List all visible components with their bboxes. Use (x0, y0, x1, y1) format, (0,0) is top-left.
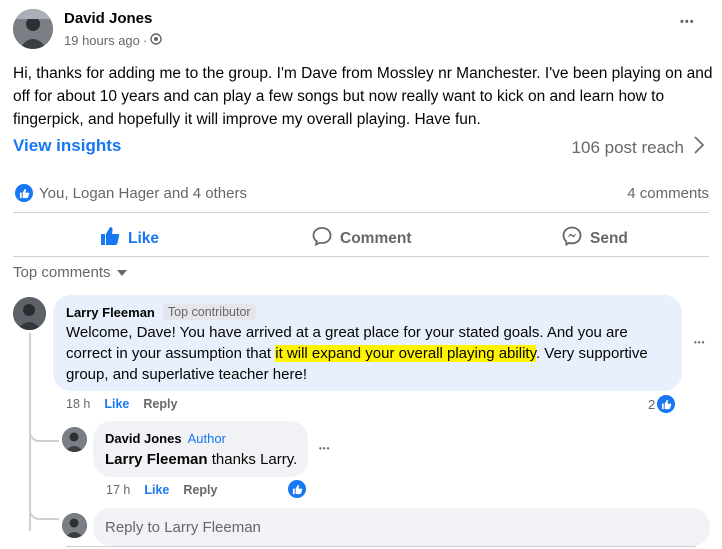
top-contributor-badge: Top contributor (162, 304, 256, 320)
messenger-icon (562, 226, 582, 251)
post-author-name[interactable]: David Jones (64, 10, 152, 27)
thumbs-up-icon (100, 226, 120, 251)
comment-button-label: Comment (340, 229, 412, 247)
like-button[interactable]: Like (100, 226, 159, 251)
reply-author-avatar[interactable] (62, 427, 87, 452)
reply-box-connector (29, 500, 59, 520)
comment-icon (312, 226, 332, 251)
reply-time[interactable]: 17 h (106, 483, 130, 497)
comment-sort-label: Top comments (13, 264, 111, 281)
comment-like-button[interactable]: Like (104, 397, 129, 411)
like-reaction-icon (657, 395, 676, 413)
divider-bottom (66, 546, 696, 547)
comment-reply-button[interactable]: Reply (143, 397, 177, 411)
author-badge: Author (187, 431, 226, 446)
send-button-label: Send (590, 229, 628, 247)
thread-connector (29, 420, 59, 442)
post-reach[interactable]: 106 post reach (571, 136, 705, 159)
post-timestamp[interactable]: 19 hours ago (64, 33, 140, 48)
reaction-summary-text: You, Logan Hager and 4 others (39, 184, 247, 202)
comment-count[interactable]: 4 comments (627, 185, 709, 202)
reply-text: Larry Fleeman thanks Larry. (105, 449, 297, 470)
comment-bubble: Larry Fleeman Top contributor Welcome, D… (53, 295, 682, 391)
reply-input[interactable]: Reply to Larry Fleeman (93, 508, 710, 546)
meta-separator: · (142, 33, 148, 48)
commenter-name[interactable]: Larry Fleeman (66, 305, 155, 320)
reaction-summary[interactable]: You, Logan Hager and 4 others (15, 184, 247, 202)
reply-actions: 17 h Like Reply (106, 483, 217, 497)
comment-header: Larry Fleeman Top contributor (66, 304, 256, 320)
chevron-right-icon (694, 136, 705, 159)
comment-reaction-count[interactable]: 2 (648, 395, 676, 413)
comment-reaction-number: 2 (648, 396, 656, 412)
reply-mention[interactable]: Larry Fleeman (105, 451, 208, 468)
reply-reply-button[interactable]: Reply (183, 483, 217, 497)
divider-top (13, 212, 709, 213)
reply-bubble: David Jones Author Larry Fleeman thanks … (93, 421, 308, 477)
comment-button[interactable]: Comment (312, 226, 411, 251)
comment-text-highlighted: it will expand your overall playing abil… (275, 345, 536, 362)
globe-icon (150, 33, 162, 48)
post-reach-label: 106 post reach (571, 137, 684, 157)
reply-input-placeholder: Reply to Larry Fleeman (105, 518, 261, 536)
post-more-button[interactable]: ••• (680, 16, 695, 28)
comment-more-button[interactable]: ••• (694, 338, 705, 347)
reply-author-name[interactable]: David Jones (105, 431, 182, 446)
post-meta: 19 hours ago · (64, 33, 162, 48)
caret-down-icon (116, 264, 127, 281)
send-button[interactable]: Send (562, 226, 628, 251)
view-insights-link[interactable]: View insights (13, 136, 121, 156)
post-author-avatar[interactable] (13, 9, 53, 49)
current-user-avatar (62, 513, 87, 538)
commenter-avatar[interactable] (13, 297, 46, 330)
like-button-label: Like (128, 229, 160, 247)
comment-actions: 18 h Like Reply (66, 397, 177, 411)
reply-header: David Jones Author (105, 431, 226, 446)
reply-more-button[interactable]: ••• (319, 444, 330, 453)
comment-time[interactable]: 18 h (66, 397, 90, 411)
like-reaction-icon[interactable] (288, 480, 306, 498)
post-text: Hi, thanks for adding me to the group. I… (13, 65, 713, 128)
like-reaction-icon (15, 184, 33, 202)
comment-text: Welcome, Dave! You have arrived at a gre… (66, 322, 672, 385)
divider-actions (13, 256, 709, 257)
comment-sort-dropdown[interactable]: Top comments (13, 264, 127, 281)
reply-like-button[interactable]: Like (144, 483, 169, 497)
reply-text-body: thanks Larry. (207, 451, 298, 468)
